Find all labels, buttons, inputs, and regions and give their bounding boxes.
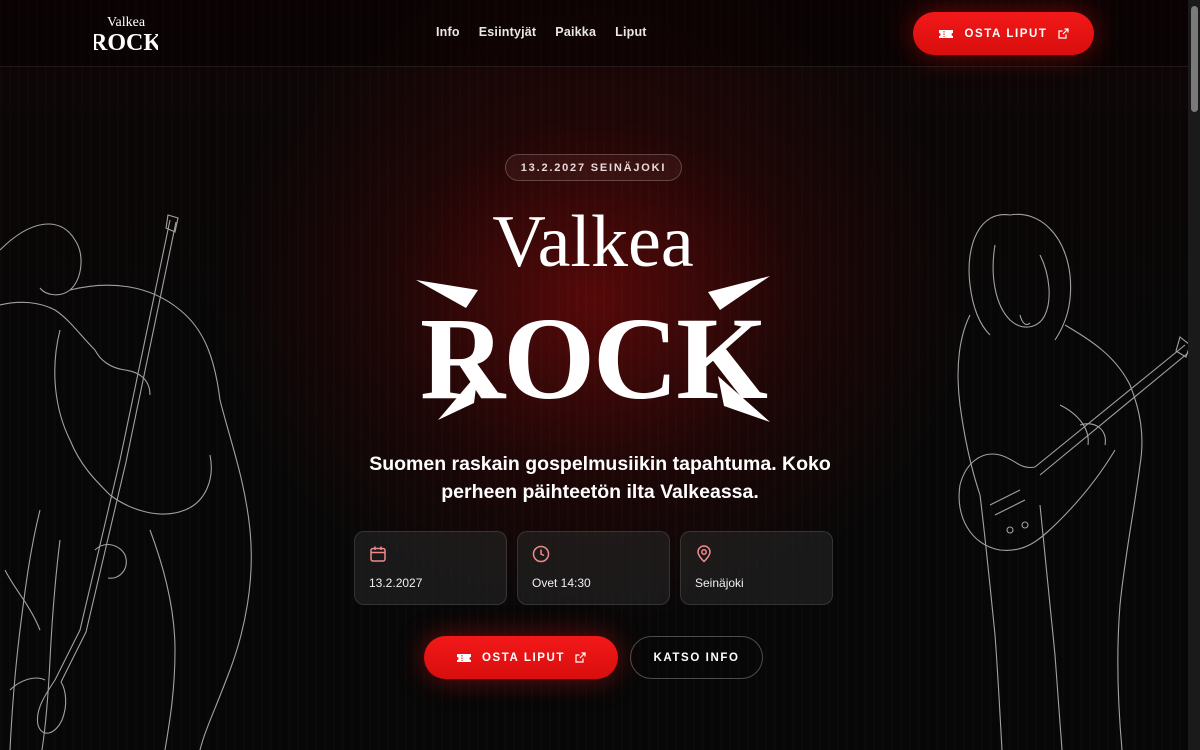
hero-view-info-label: KATSO INFO bbox=[653, 651, 740, 664]
hero-logo-line1: Valkea bbox=[492, 201, 693, 283]
info-card-date-text: 13.2.2027 bbox=[369, 576, 423, 590]
event-date-pill: 13.2.2027 SEINÄJOKI bbox=[505, 154, 682, 181]
info-card-location: Seinäjoki bbox=[680, 531, 833, 605]
header-logo-line1: Valkea bbox=[107, 15, 146, 30]
header-buy-tickets-label: OSTA LIPUT bbox=[964, 27, 1048, 40]
header-logo[interactable]: Valkea ROCK bbox=[94, 12, 158, 54]
external-link-icon bbox=[1057, 28, 1069, 39]
nav-esiintyjat[interactable]: Esiintyjät bbox=[479, 25, 537, 39]
hero-logo: Valkea ROCK bbox=[416, 201, 770, 424]
info-card-time: Ovet 14:30 bbox=[517, 531, 670, 605]
hero-logo-line2: ROCK bbox=[420, 293, 767, 424]
hero-view-info-button[interactable]: KATSO INFO bbox=[630, 636, 763, 679]
map-pin-icon bbox=[697, 545, 711, 563]
scrollbar[interactable] bbox=[1188, 0, 1200, 750]
site-header: Valkea ROCK Info Esiintyjät Paikka Liput… bbox=[0, 0, 1188, 67]
ticket-icon bbox=[939, 29, 954, 38]
nav-info[interactable]: Info bbox=[436, 25, 460, 39]
nav-paikka[interactable]: Paikka bbox=[555, 25, 596, 39]
right-guitarist-illustration bbox=[957, 213, 1190, 750]
header-logo-line2: ROCK bbox=[94, 30, 158, 54]
page: Valkea ROCK Info Esiintyjät Paikka Liput… bbox=[0, 0, 1200, 750]
nav-liput[interactable]: Liput bbox=[615, 25, 647, 39]
info-card-time-text: Ovet 14:30 bbox=[532, 576, 591, 590]
external-link-icon bbox=[575, 652, 586, 663]
info-card-date: 13.2.2027 bbox=[354, 531, 507, 605]
header-buy-tickets-button[interactable]: OSTA LIPUT bbox=[913, 12, 1094, 55]
main-nav: Info Esiintyjät Paikka Liput bbox=[436, 25, 666, 39]
scrollbar-thumb[interactable] bbox=[1191, 6, 1198, 112]
clock-icon bbox=[532, 545, 550, 563]
hero-buy-tickets-label: OSTA LIPUT bbox=[481, 651, 566, 664]
calendar-icon bbox=[370, 546, 386, 562]
ticket-icon bbox=[456, 653, 471, 662]
hero-buy-tickets-button[interactable]: OSTA LIPUT bbox=[424, 636, 618, 679]
hero-tagline: Suomen raskain gospelmusiikin tapahtuma.… bbox=[369, 453, 831, 503]
info-card-location-text: Seinäjoki bbox=[695, 576, 744, 590]
left-guitarist-illustration bbox=[0, 214, 252, 750]
